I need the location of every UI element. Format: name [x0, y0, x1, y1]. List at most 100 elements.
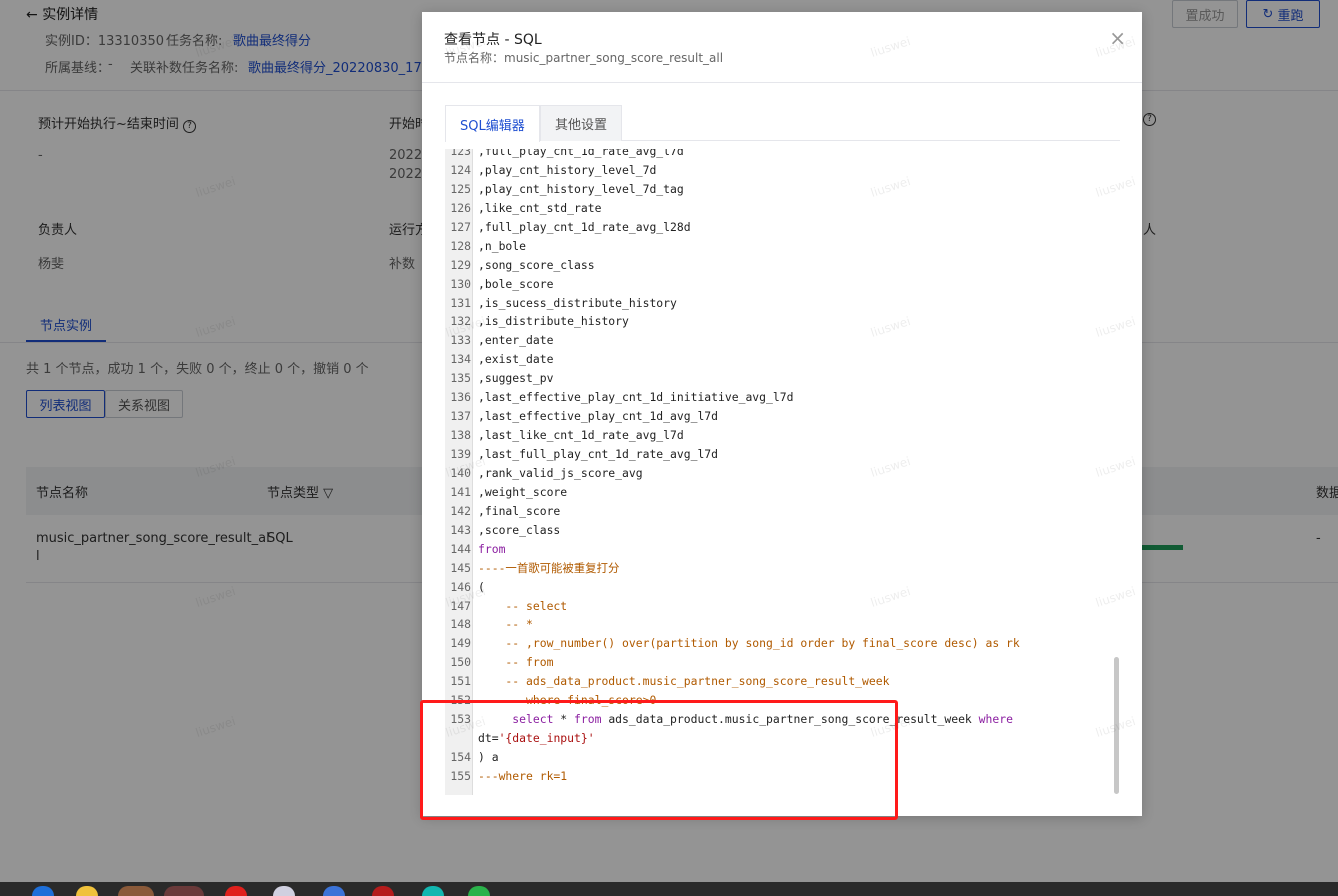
line-text: ,suggest_pv [478, 369, 553, 388]
tab-other-settings[interactable]: 其他设置 [540, 105, 623, 141]
modal-tabs: SQL编辑器 其他设置 [445, 105, 1120, 142]
code-token: where [978, 712, 1013, 727]
code-line[interactable]: 131 ,is_sucess_distribute_history [445, 294, 1121, 313]
annotation-highlight-box [420, 700, 898, 820]
line-number: 130 [450, 276, 471, 291]
line-text: ,n_bole [478, 237, 526, 256]
code-token: -- ads_data_product.music_partner_song_s… [478, 674, 890, 689]
code-token: ,play_cnt_history_level_7d [478, 162, 657, 177]
modal-divider [422, 82, 1142, 83]
code-line[interactable]: 144 from [445, 540, 1121, 559]
line-number: 138 [450, 428, 471, 443]
browser-icon[interactable] [164, 886, 204, 896]
code-line[interactable]: 128 ,n_bole [445, 237, 1121, 256]
line-number: 124 [450, 162, 471, 177]
code-line[interactable]: 138 ,last_like_cnt_1d_rate_avg_l7d [445, 426, 1121, 445]
code-token: -- from [478, 655, 554, 670]
line-number: 143 [450, 522, 471, 537]
line-number: 142 [450, 503, 471, 518]
line-text: ,like_cnt_std_rate [478, 199, 601, 218]
code-line[interactable]: 123 ,full_play_cnt_1d_rate_avg_l7d [445, 149, 1121, 161]
code-line[interactable]: 126 ,like_cnt_std_rate [445, 199, 1121, 218]
code-token: from [478, 541, 506, 556]
code-line[interactable]: 147 -- select [445, 597, 1121, 616]
code-token: ,is_distribute_history [478, 314, 629, 329]
line-text: -- ,row_number() over(partition by song_… [478, 634, 1020, 653]
code-line[interactable]: 145 ----一首歌可能被重复打分 [445, 559, 1121, 578]
code-token: ,last_effective_play_cnt_1d_initiative_a… [478, 390, 794, 405]
code-token: ,final_score [478, 503, 561, 518]
line-number: 126 [450, 200, 471, 215]
line-text: ,last_full_play_cnt_1d_rate_avg_l7d [478, 445, 718, 464]
line-number: 151 [450, 674, 471, 689]
line-text: -- * [478, 615, 533, 634]
line-text: ,last_effective_play_cnt_1d_initiative_a… [478, 388, 793, 407]
line-text: from [478, 540, 505, 559]
code-line[interactable]: 124 ,play_cnt_history_level_7d [445, 161, 1121, 180]
line-text: ,bole_score [478, 275, 553, 294]
modal-subtitle: 节点名称：music_partner_song_score_result_all [444, 51, 724, 65]
code-line[interactable]: 132 ,is_distribute_history [445, 312, 1121, 331]
code-token: -- ,row_number() over(partition by song_… [478, 636, 1020, 651]
code-token: ,score_class [478, 522, 561, 537]
line-text: ,rank_valid_js_score_avg [478, 464, 643, 483]
line-text: ,last_like_cnt_1d_rate_avg_l7d [478, 426, 684, 445]
code-line[interactable]: 137 ,last_effective_play_cnt_1d_avg_l7d [445, 407, 1121, 426]
line-text: ,song_score_class [478, 256, 595, 275]
code-line[interactable]: 150 -- from [445, 653, 1121, 672]
code-line[interactable]: 148 -- * [445, 615, 1121, 634]
line-number: 135 [450, 371, 471, 386]
tab-sql-editor[interactable]: SQL编辑器 [445, 105, 540, 142]
code-token: ,bole_score [478, 276, 554, 291]
code-line[interactable]: 134 ,exist_date [445, 350, 1121, 369]
line-text: ,final_score [478, 502, 560, 521]
code-token: ,weight_score [478, 484, 568, 499]
line-text: ,is_sucess_distribute_history [478, 294, 677, 313]
line-text: ,score_class [478, 521, 560, 540]
code-line[interactable]: 129 ,song_score_class [445, 256, 1121, 275]
code-line[interactable]: 125 ,play_cnt_history_level_7d_tag [445, 180, 1121, 199]
line-number: 144 [450, 541, 471, 556]
line-number: 123 [450, 149, 471, 158]
code-token: ,like_cnt_std_rate [478, 200, 602, 215]
code-token: -- select [478, 598, 568, 613]
code-token: -- * [478, 617, 533, 632]
code-line[interactable]: 127 ,full_play_cnt_1d_rate_avg_l28d [445, 218, 1121, 237]
code-line[interactable]: 149 -- ,row_number() over(partition by s… [445, 634, 1121, 653]
code-token: ,last_effective_play_cnt_1d_avg_l7d [478, 409, 719, 424]
line-text: -- from [478, 653, 553, 672]
sql-editor[interactable]: 123 ,full_play_cnt_1d_rate_avg_l7d 124 ,pla… [445, 149, 1121, 795]
line-text: ,exist_date [478, 350, 553, 369]
code-token: ,last_like_cnt_1d_rate_avg_l7d [478, 428, 684, 443]
line-number: 129 [450, 257, 471, 272]
code-line[interactable]: 140 ,rank_valid_js_score_avg [445, 464, 1121, 483]
line-number: 128 [450, 238, 471, 253]
line-number: 145 [450, 560, 471, 575]
line-number: 141 [450, 484, 471, 499]
code-line[interactable]: 139 ,last_full_play_cnt_1d_rate_avg_l7d [445, 445, 1121, 464]
code-token: ,rank_valid_js_score_avg [478, 465, 643, 480]
code-line[interactable]: 135 ,suggest_pv [445, 369, 1121, 388]
view-node-modal: 查看节点 - SQL 节点名称：music_partner_song_score… [422, 12, 1142, 816]
code-line[interactable]: 143 ,score_class [445, 521, 1121, 540]
code-line[interactable]: 141 ,weight_score [445, 483, 1121, 502]
code-line[interactable]: 136 ,last_effective_play_cnt_1d_initiativ… [445, 388, 1121, 407]
code-token: ,exist_date [478, 352, 554, 367]
line-text: ,is_distribute_history [478, 312, 629, 331]
app-icon[interactable] [118, 886, 154, 896]
code-line[interactable]: 151 -- ads_data_product.music_partner_so… [445, 672, 1121, 691]
line-number: 131 [450, 295, 471, 310]
line-number: 148 [450, 617, 471, 632]
code-line[interactable]: 130 ,bole_score [445, 275, 1121, 294]
code-token: ,is_sucess_distribute_history [478, 295, 677, 310]
code-token: ----一首歌可能被重复打分 [478, 560, 620, 575]
line-number: 134 [450, 352, 471, 367]
line-text: ,last_effective_play_cnt_1d_avg_l7d [478, 407, 718, 426]
line-text: -- ads_data_product.music_partner_song_s… [478, 672, 889, 691]
code-line[interactable]: 146( [445, 578, 1121, 597]
code-line[interactable]: 133 ,enter_date [445, 331, 1121, 350]
code-token: ,song_score_class [478, 257, 595, 272]
code-area[interactable]: 123 ,full_play_cnt_1d_rate_avg_l7d 124 ,pla… [445, 149, 1121, 786]
line-text: ,full_play_cnt_1d_rate_avg_l28d [478, 218, 691, 237]
code-line[interactable]: 142 ,final_score [445, 502, 1121, 521]
